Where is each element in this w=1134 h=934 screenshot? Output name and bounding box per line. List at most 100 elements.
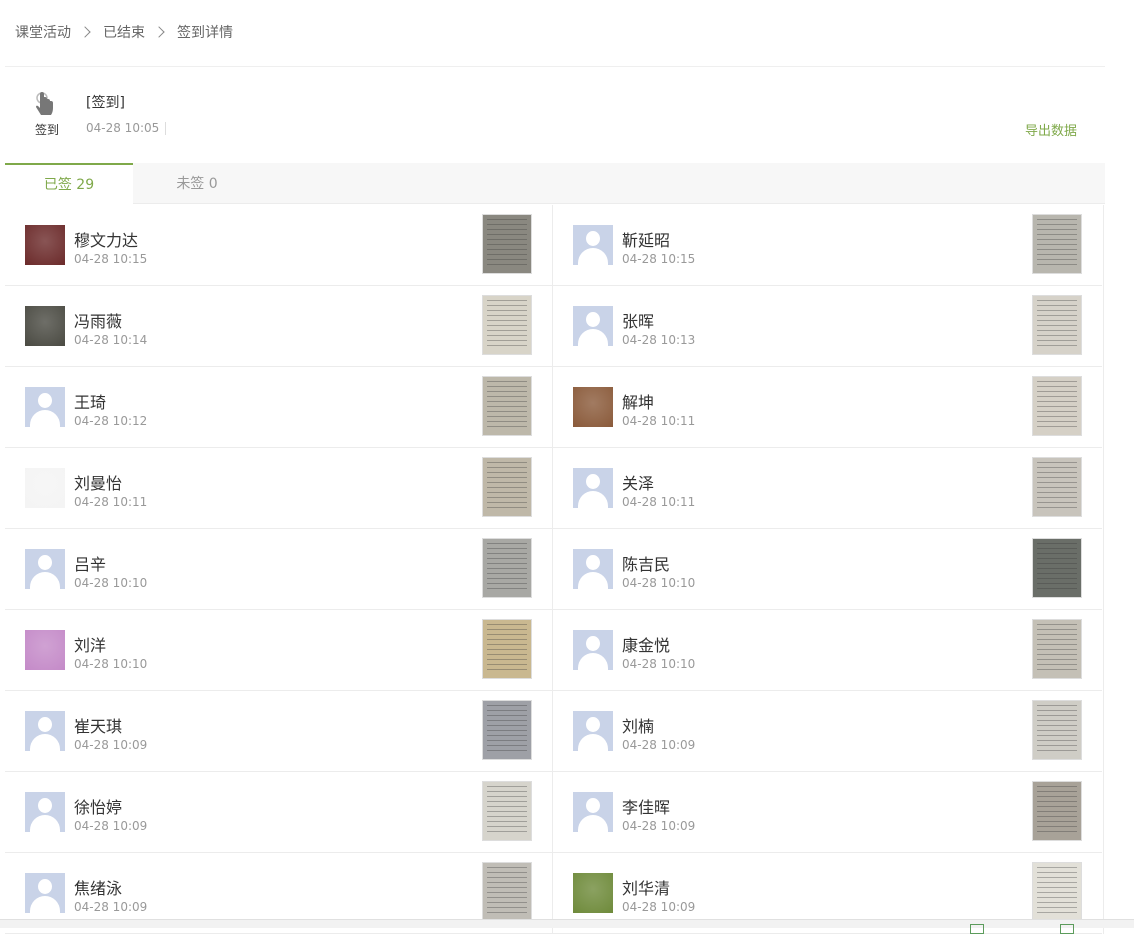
student-name: 王琦 <box>74 393 107 412</box>
default-avatar-body-icon <box>578 329 608 346</box>
checkbox-icon <box>1060 924 1074 934</box>
activity-header <box>5 67 1105 165</box>
default-avatar-head-icon <box>586 231 600 246</box>
activity-title: [签到] <box>86 95 125 111</box>
checkin-time: 04-28 10:15 <box>74 252 148 266</box>
student-card[interactable]: 关泽 04-28 10:11 <box>553 448 1102 529</box>
checkin-photo-thumbnail[interactable] <box>1032 295 1082 355</box>
tab-signed[interactable]: 已签 29 <box>5 163 133 205</box>
student-name: 刘华清 <box>622 879 671 898</box>
student-name: 李佳晖 <box>622 798 671 817</box>
checkin-photo-thumbnail[interactable] <box>482 862 532 922</box>
main-panel: 课堂活动 已结束 签到详情 签到 [签到] 04-28 10:05 导出数据 已… <box>5 0 1105 934</box>
tab-bar: 已签 29 未签 0 <box>5 163 1105 205</box>
student-card[interactable]: 穆文力达 04-28 10:15 <box>5 205 553 286</box>
photo-texture <box>1037 705 1077 755</box>
avatar <box>25 468 65 508</box>
checkin-time: 04-28 10:09 <box>74 900 148 914</box>
student-name: 解坤 <box>622 393 655 412</box>
avatar <box>25 549 65 589</box>
default-avatar-body-icon <box>30 572 60 589</box>
student-card[interactable]: 王琦 04-28 10:12 <box>5 367 553 448</box>
default-avatar-body-icon <box>578 248 608 265</box>
tab-unsigned[interactable]: 未签 0 <box>133 163 261 203</box>
photo-texture <box>487 624 527 674</box>
checkin-photo-thumbnail[interactable] <box>482 214 532 274</box>
student-name: 刘洋 <box>74 636 107 655</box>
checkin-photo-thumbnail[interactable] <box>1032 781 1082 841</box>
checkin-photo-thumbnail[interactable] <box>1032 862 1082 922</box>
avatar <box>573 225 613 265</box>
divider <box>165 122 166 135</box>
student-card[interactable]: 康金悦 04-28 10:10 <box>553 610 1102 691</box>
default-avatar-body-icon <box>578 815 608 832</box>
student-card[interactable]: 李佳晖 04-28 10:09 <box>553 772 1102 853</box>
photo-texture <box>1037 300 1077 350</box>
export-data-button[interactable]: 导出数据 <box>1025 120 1077 139</box>
checkin-time: 04-28 10:11 <box>74 495 148 509</box>
checkin-photo-thumbnail[interactable] <box>482 781 532 841</box>
student-card[interactable]: 徐怡婷 04-28 10:09 <box>5 772 553 853</box>
default-avatar-body-icon <box>578 653 608 670</box>
student-card[interactable]: 张晖 04-28 10:13 <box>553 286 1102 367</box>
avatar <box>25 225 65 265</box>
default-avatar-head-icon <box>38 555 52 570</box>
avatar <box>25 630 65 670</box>
student-card[interactable]: 吕辛 04-28 10:10 <box>5 529 553 610</box>
chevron-right-icon <box>153 26 165 38</box>
checkin-photo-thumbnail[interactable] <box>1032 214 1082 274</box>
checkin-photo-thumbnail[interactable] <box>482 700 532 760</box>
checkin-photo-thumbnail[interactable] <box>1032 538 1082 598</box>
photo-texture <box>1037 219 1077 269</box>
student-card[interactable]: 刘洋 04-28 10:10 <box>5 610 553 691</box>
checkin-photo-thumbnail[interactable] <box>482 376 532 436</box>
breadcrumb-item-ended[interactable]: 已结束 <box>103 22 145 42</box>
student-card[interactable]: 陈吉民 04-28 10:10 <box>553 529 1102 610</box>
photo-texture <box>487 462 527 512</box>
photo-texture <box>487 543 527 593</box>
checkin-time: 04-28 10:09 <box>622 819 696 833</box>
avatar <box>25 387 65 427</box>
checkin-photo-thumbnail[interactable] <box>1032 700 1082 760</box>
checkin-time: 04-28 10:12 <box>74 414 148 428</box>
default-avatar-head-icon <box>586 474 600 489</box>
student-name: 关泽 <box>622 474 655 493</box>
photo-texture <box>1037 462 1077 512</box>
student-card[interactable]: 解坤 04-28 10:11 <box>553 367 1102 448</box>
default-avatar-head-icon <box>586 312 600 327</box>
default-avatar-head-icon <box>586 798 600 813</box>
checkin-time: 04-28 10:10 <box>622 576 696 590</box>
student-card[interactable]: 崔天琪 04-28 10:09 <box>5 691 553 772</box>
photo-texture <box>487 300 527 350</box>
student-card[interactable]: 刘楠 04-28 10:09 <box>553 691 1102 772</box>
default-avatar-head-icon <box>38 879 52 894</box>
photo-texture <box>1037 381 1077 431</box>
avatar <box>573 387 613 427</box>
default-avatar-body-icon <box>578 572 608 589</box>
avatar <box>573 873 613 913</box>
checkin-photo-thumbnail[interactable] <box>482 457 532 517</box>
default-avatar-body-icon <box>30 734 60 751</box>
breadcrumb-item-class-activities[interactable]: 课堂活动 <box>15 22 71 42</box>
photo-texture <box>1037 867 1077 917</box>
checkin-time: 04-28 10:14 <box>74 333 148 347</box>
student-name: 焦绪泳 <box>74 879 123 898</box>
student-card[interactable]: 刘曼怡 04-28 10:11 <box>5 448 553 529</box>
checkin-time: 04-28 10:09 <box>622 900 696 914</box>
student-name: 陈吉民 <box>622 555 671 574</box>
checkin-photo-thumbnail[interactable] <box>482 295 532 355</box>
avatar <box>573 792 613 832</box>
checkin-photo-thumbnail[interactable] <box>1032 619 1082 679</box>
student-name: 冯雨薇 <box>74 312 123 331</box>
checkin-photo-thumbnail[interactable] <box>482 538 532 598</box>
checkin-photo-thumbnail[interactable] <box>1032 457 1082 517</box>
student-card[interactable]: 靳延昭 04-28 10:15 <box>553 205 1102 286</box>
checkin-photo-thumbnail[interactable] <box>482 619 532 679</box>
checkin-photo-thumbnail[interactable] <box>1032 376 1082 436</box>
default-avatar-body-icon <box>578 734 608 751</box>
photo-texture <box>1037 786 1077 836</box>
student-card[interactable]: 冯雨薇 04-28 10:14 <box>5 286 553 367</box>
student-name: 穆文力达 <box>74 231 139 250</box>
avatar <box>25 873 65 913</box>
photo-texture <box>487 381 527 431</box>
